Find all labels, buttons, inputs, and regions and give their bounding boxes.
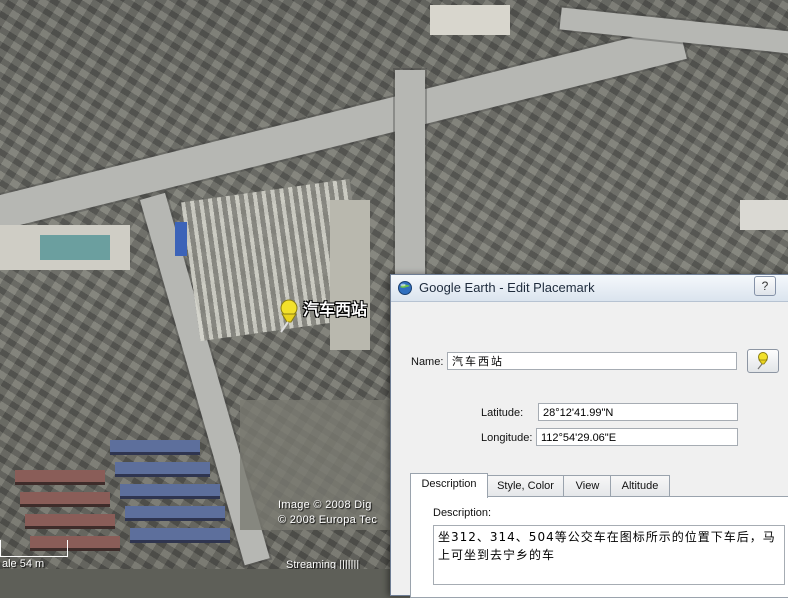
pushpin-icon[interactable] [272, 298, 302, 334]
tab-description[interactable]: Description [410, 473, 488, 498]
streaming-indicator: Streaming ||||||| [286, 559, 360, 569]
building [740, 200, 788, 230]
blue-roof-row [115, 462, 210, 477]
placemark-label[interactable]: 汽车西站 [303, 296, 367, 320]
description-field[interactable]: 坐312、314、504等公交车在图标所示的位置下车后，马上可坐到去宁乡的车 [433, 525, 785, 585]
help-button[interactable]: ? [754, 276, 776, 296]
dialog-title: Google Earth - Edit Placemark [419, 280, 595, 295]
imagery-copyright: Image © 2008 Dig [278, 499, 372, 511]
blue-roof-row [130, 528, 230, 543]
scale-text: ale 54 m [2, 558, 45, 569]
red-roof-row [15, 470, 105, 485]
vertical-road [395, 70, 425, 290]
imagery-copyright: © 2008 Europa Tec [278, 514, 378, 526]
red-roof-row [20, 492, 110, 507]
tab-view[interactable]: View [563, 475, 612, 497]
name-label: Name: [411, 356, 444, 368]
building [430, 5, 510, 35]
edit-placemark-dialog: Google Earth - Edit Placemark ? Name: 汽车… [390, 274, 788, 598]
google-earth-globe-icon [398, 281, 412, 295]
scale-bar [0, 540, 68, 557]
court [40, 235, 110, 260]
yellow-pushpin-icon [757, 352, 768, 370]
bus-lane [330, 200, 370, 350]
blue-roof-row [110, 440, 200, 455]
dialog-titlebar[interactable]: Google Earth - Edit Placemark ? [391, 275, 788, 302]
latitude-label: Latitude: [481, 407, 524, 419]
placemark-icon-button[interactable] [747, 349, 779, 373]
latitude-field[interactable]: 28°12'41.99"N [538, 403, 738, 421]
tab-altitude[interactable]: Altitude [610, 475, 670, 497]
blue-roof-building [175, 222, 187, 256]
longitude-label: Longitude: [481, 432, 533, 444]
description-label: Description: [433, 507, 492, 519]
tab-style-color[interactable]: Style, Color [486, 475, 565, 497]
blue-roof-row [125, 506, 225, 521]
blue-roof-row [120, 484, 220, 499]
name-field[interactable]: 汽车西站 [447, 352, 737, 370]
red-roof-row [25, 514, 115, 529]
longitude-field[interactable]: 112°54'29.06"E [536, 428, 738, 446]
